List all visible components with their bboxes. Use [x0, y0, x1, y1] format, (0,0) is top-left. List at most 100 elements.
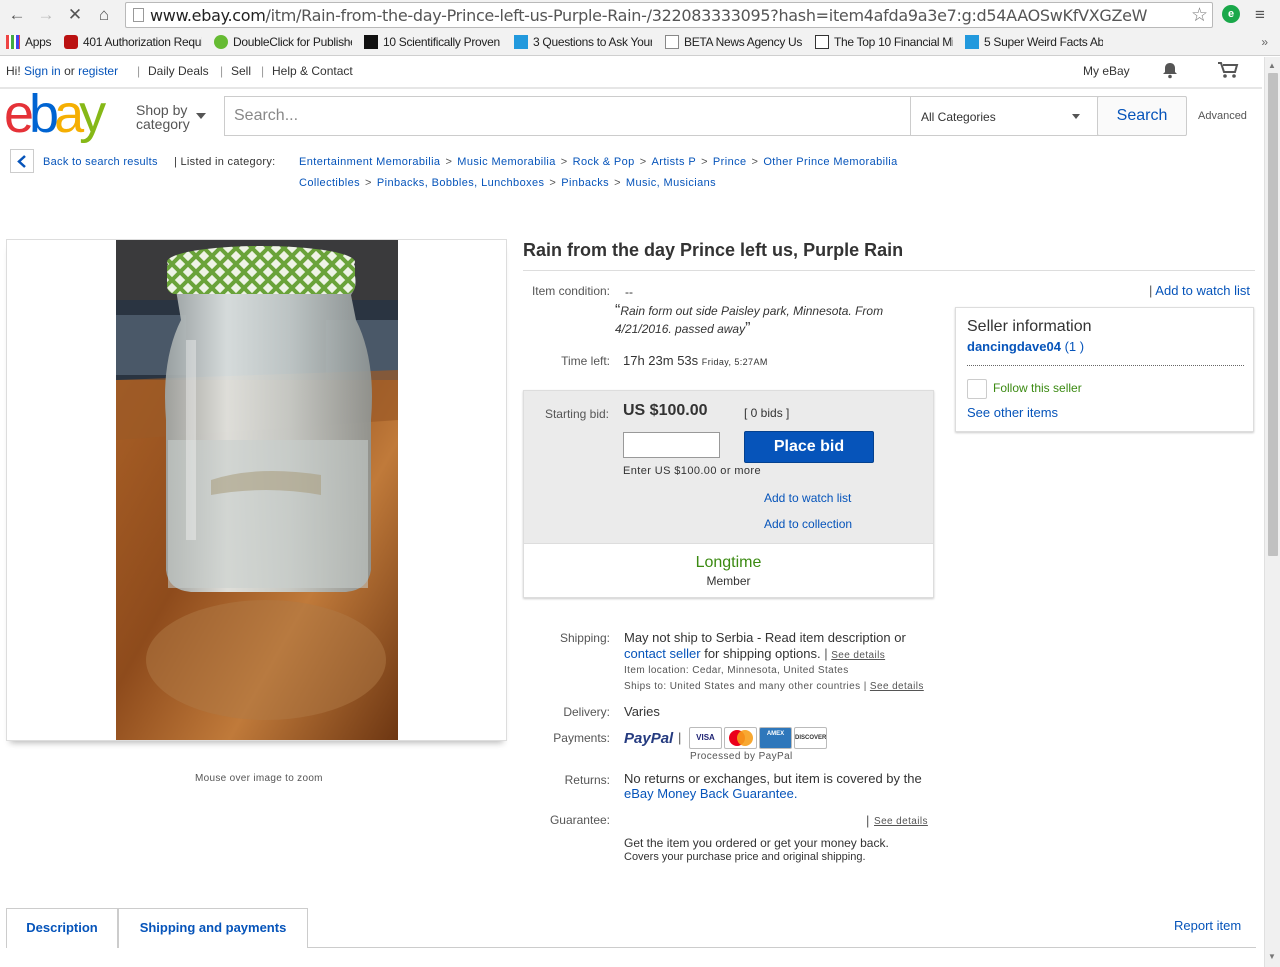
divider: | — [678, 730, 682, 745]
scroll-thumb[interactable] — [1268, 73, 1278, 556]
breadcrumb-separator: > — [701, 156, 708, 168]
chevron-left-icon — [17, 155, 26, 168]
bookmark-apps[interactable]: Apps — [6, 35, 56, 49]
breadcrumb-link[interactable]: Other Prince Memorabilia — [763, 156, 897, 168]
back-to-search-results-link[interactable]: Back to search results — [43, 156, 158, 168]
report-item-link[interactable]: Report item — [1174, 918, 1241, 933]
follow-seller-label[interactable]: Follow this seller — [993, 381, 1082, 395]
stop-loading-icon[interactable]: ✕ — [64, 4, 86, 26]
scroll-down-icon[interactable]: ▼ — [1268, 952, 1276, 961]
cart-icon[interactable] — [1217, 61, 1239, 82]
breadcrumb-separator: > — [751, 156, 759, 168]
bid-amount-input[interactable] — [623, 432, 720, 458]
feedback-score-link[interactable]: (1 ) — [1065, 339, 1085, 354]
bookmark-favicon — [64, 35, 78, 49]
bookmark-item[interactable]: DoubleClick for Publishe — [214, 35, 352, 49]
forward-icon[interactable]: → — [35, 4, 57, 26]
see-details-link[interactable]: See details — [831, 650, 885, 661]
back-to-results-button[interactable] — [10, 149, 34, 173]
see-other-items-link[interactable]: See other items — [967, 405, 1058, 420]
tab-shipping-and-payments[interactable]: Shipping and payments — [118, 908, 308, 948]
member-label: Member — [706, 574, 751, 588]
shop-by-label: Shop by — [136, 102, 188, 118]
bid-panel: Starting bid: US $100.00 [ 0 bids ] Plac… — [523, 390, 934, 598]
payments-label: Payments: — [553, 731, 610, 745]
greeting: Hi! Sign in or register — [6, 64, 119, 78]
follow-seller-checkbox[interactable] — [967, 379, 987, 399]
search-button[interactable]: Search — [1097, 96, 1187, 136]
seller-name: dancingdave04 (1 ) — [967, 339, 1084, 354]
advanced-search-link[interactable]: Advanced — [1198, 110, 1247, 122]
breadcrumb-link[interactable]: Prince — [713, 156, 747, 168]
breadcrumb-link[interactable]: Music, Musicians — [626, 177, 716, 189]
breadcrumb-link[interactable]: Pinbacks, Bobbles, Lunchboxes — [377, 177, 545, 189]
register-link[interactable]: register — [78, 64, 118, 78]
breadcrumb-separator: > — [365, 177, 372, 189]
tab-description[interactable]: Description — [6, 908, 118, 948]
bookmark-favicon — [815, 35, 829, 49]
my-ebay-link[interactable]: My eBay — [1083, 64, 1130, 78]
category-select[interactable]: All Categories — [910, 97, 1090, 135]
bookmark-item[interactable]: 3 Questions to Ask Your — [514, 35, 652, 49]
address-bar[interactable]: www.ebay.com/itm/Rain-from-the-day-Princ… — [125, 2, 1213, 28]
contact-seller-link[interactable]: contact seller — [624, 646, 701, 661]
place-bid-button[interactable]: Place bid — [744, 431, 874, 463]
bookmark-item[interactable]: 5 Super Weird Facts Ab — [965, 35, 1103, 49]
sell-link[interactable]: Sell — [231, 64, 251, 78]
daily-deals-link[interactable]: Daily Deals — [148, 64, 209, 78]
see-details-link[interactable]: See details — [874, 816, 928, 827]
seller-information-title: Seller information — [967, 318, 1092, 335]
search-input[interactable] — [225, 97, 909, 135]
breadcrumb-link[interactable]: Artists P — [652, 156, 697, 168]
menu-icon[interactable]: ≡ — [1255, 5, 1265, 25]
end-time: Friday, 5:27AM — [701, 357, 768, 367]
bid-count-link[interactable]: [ 0 bids ] — [744, 406, 789, 420]
seller-name-link[interactable]: dancingdave04 — [967, 339, 1061, 354]
breadcrumb-link[interactable]: Music Memorabilia — [457, 156, 556, 168]
shop-by-category-button[interactable]: Shop by category — [136, 102, 206, 131]
extension-icon[interactable]: e — [1222, 5, 1240, 23]
bookmark-item[interactable]: 401 Authorization Requi — [64, 35, 202, 49]
chevron-down-icon — [196, 113, 206, 119]
item-photo[interactable] — [116, 240, 398, 740]
watch-list-top: | Add to watch list — [1149, 283, 1250, 298]
add-to-collection-link[interactable]: Add to collection — [764, 517, 852, 531]
bookmark-item[interactable]: BETA News Agency Us — [665, 35, 803, 49]
sign-in-link[interactable]: Sign in — [24, 64, 61, 78]
notification-bell-icon[interactable] — [1161, 61, 1179, 82]
listed-in-label: | Listed in category: — [174, 156, 276, 168]
help-contact-link[interactable]: Help & Contact — [272, 64, 353, 78]
condition-description: “Rain form out side Paisley park, Minnes… — [615, 302, 915, 338]
starting-bid-label: Starting bid: — [544, 407, 609, 421]
ebay-top-bar: Hi! Sign in or register | Daily Deals | … — [0, 57, 1262, 87]
see-details-link[interactable]: See details — [870, 681, 924, 692]
bookmark-item[interactable]: The Top 10 Financial Mi — [815, 35, 953, 49]
back-icon[interactable]: ← — [6, 4, 28, 26]
bookmark-star-icon[interactable]: ☆ — [1191, 4, 1208, 27]
zoom-hint: Mouse over image to zoom — [195, 773, 323, 784]
breadcrumb-link[interactable]: Pinbacks — [561, 177, 609, 189]
breadcrumb-link[interactable]: Entertainment Memorabilia — [299, 156, 440, 168]
add-to-watch-list-link[interactable]: Add to watch list — [764, 491, 851, 505]
scrollbar[interactable]: ▲ ▼ — [1264, 57, 1280, 967]
divider: | — [261, 64, 265, 78]
breadcrumb: Collectibles > Pinbacks, Bobbles, Lunchbox… — [299, 177, 716, 189]
page-icon — [665, 35, 679, 49]
add-to-watch-list-link[interactable]: Add to watch list — [1155, 283, 1250, 298]
guarantee-line: Covers your purchase price and original … — [624, 851, 866, 863]
breadcrumb-separator: > — [614, 177, 621, 189]
close-quote-icon: ” — [745, 320, 751, 337]
item-image-panel[interactable] — [6, 239, 507, 741]
breadcrumb-link[interactable]: Rock & Pop — [573, 156, 635, 168]
bookmark-item[interactable]: 10 Scientifically Proven — [364, 35, 502, 49]
divider: | — [137, 64, 141, 78]
money-back-guarantee-link[interactable]: eBay Money Back Guarantee. — [624, 786, 797, 801]
processed-by-paypal: Processed by PayPal — [690, 751, 793, 762]
scroll-up-icon[interactable]: ▲ — [1268, 61, 1276, 70]
seller-information-panel: Seller information dancingdave04 (1 ) Fo… — [955, 307, 1254, 432]
breadcrumb-link[interactable]: Collectibles — [299, 177, 360, 189]
bookmarks-overflow-icon[interactable]: » — [1261, 35, 1268, 49]
ebay-logo[interactable]: ebay — [4, 87, 106, 141]
home-icon[interactable]: ⌂ — [93, 4, 115, 26]
title-divider — [523, 270, 1255, 271]
